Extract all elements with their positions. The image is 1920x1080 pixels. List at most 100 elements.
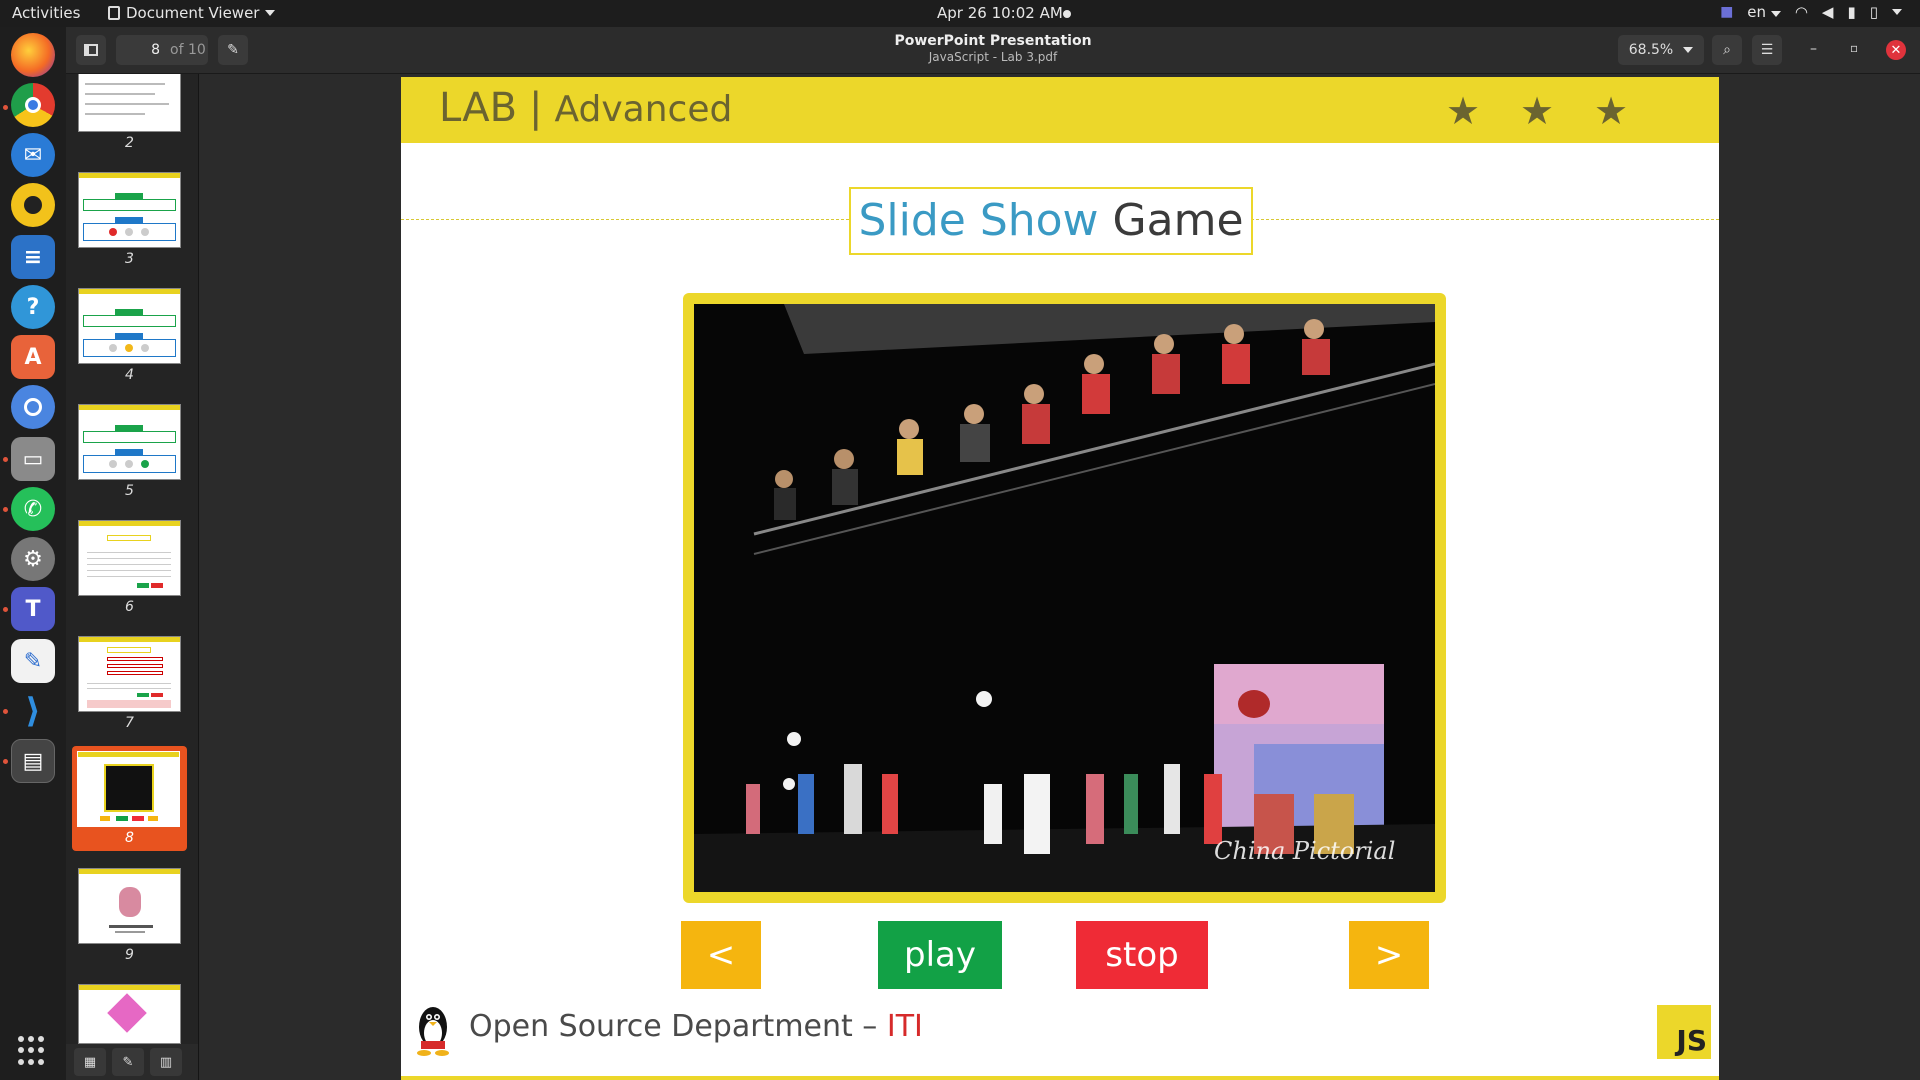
volume-icon[interactable]: ◀ [1822, 3, 1834, 21]
page-thumbnail[interactable]: 7 [78, 636, 181, 731]
page-thumbnail[interactable] [78, 984, 181, 1044]
thumbnail-image [78, 868, 181, 944]
puppet-show-photo: China Pictorial [694, 304, 1435, 892]
software-center-icon[interactable]: A [11, 335, 55, 379]
close-button[interactable]: ✕ [1886, 40, 1906, 60]
rhythmbox-icon[interactable] [11, 183, 55, 227]
chevron-down-icon[interactable] [1892, 9, 1902, 15]
app-menu[interactable]: Document Viewer [108, 4, 276, 22]
document-viewer-dock-icon[interactable]: ▤ [11, 739, 55, 783]
running-indicator [3, 457, 8, 462]
app-name: Document Viewer [126, 4, 260, 22]
vscode-icon[interactable]: ⟩ [11, 689, 55, 733]
star-icon: ★ [1520, 89, 1555, 133]
bookmarks-view-button[interactable]: ▥ [150, 1048, 182, 1076]
chromium-icon[interactable] [11, 385, 55, 429]
previous-label: < [706, 935, 736, 975]
search-button[interactable]: ⌕ [1712, 35, 1742, 65]
hamburger-icon: ☰ [1760, 42, 1774, 58]
minimize-button[interactable]: – [1810, 41, 1817, 57]
thumbnail-image [78, 404, 181, 480]
running-indicator [3, 105, 8, 110]
thumbnail-sidebar: 2 3 4 5 6 7 8 9 ▦ ✎ ▥ [66, 74, 199, 1080]
search-icon: ⌕ [1723, 42, 1731, 58]
slideshow-frame: China Pictorial [683, 293, 1446, 903]
play-button[interactable]: play [878, 921, 1002, 989]
running-indicator [3, 607, 8, 612]
thumbnail-image [78, 520, 181, 596]
language-indicator[interactable]: en [1747, 3, 1781, 21]
viewer-header: 8 of 10 ✎ PowerPoint Presentation JavaSc… [66, 27, 1920, 74]
language-label: en [1747, 3, 1767, 21]
help-icon[interactable]: ? [11, 285, 55, 329]
page-number: 8 [125, 830, 134, 846]
page-thumbnail[interactable]: 4 [78, 288, 181, 383]
footer-text: Open Source Department – ITI [469, 1009, 923, 1044]
thumbnail-image [77, 751, 180, 827]
page-thumbnail[interactable]: 5 [78, 404, 181, 499]
lab-label: LAB [439, 85, 518, 131]
thunderbird-icon[interactable]: ✉ [11, 133, 55, 177]
maximize-button[interactable]: ▫ [1850, 41, 1858, 55]
page-number: 3 [125, 251, 134, 267]
slideshow-image: China Pictorial [694, 304, 1435, 892]
chrome-icon[interactable] [11, 83, 55, 127]
page-number: 7 [125, 715, 134, 731]
running-indicator [3, 709, 8, 714]
next-button[interactable]: > [1349, 921, 1429, 989]
zoom-level: 68.5% [1628, 42, 1674, 58]
page-thumbnail-active[interactable]: 8 [72, 746, 187, 851]
organization-label: ITI [886, 1009, 923, 1044]
text-editor-icon[interactable]: ✎ [11, 639, 55, 683]
slide-title-part1: Slide Show [858, 195, 1099, 246]
document-canvas[interactable]: LAB | Advanced ★ ★ ★ Slide Show Game Chi… [200, 74, 1920, 1080]
chevron-down-icon [1683, 47, 1694, 53]
slide-title-part2: Game [1112, 195, 1244, 246]
slide-page: LAB | Advanced ★ ★ ★ Slide Show Game Chi… [401, 77, 1719, 1080]
clock[interactable]: Apr 26 10:02 AM [937, 4, 1063, 22]
system-top-bar: Activities Document Viewer Apr 26 10:02 … [0, 0, 1920, 27]
page-thumbnail[interactable]: 2 [78, 74, 181, 151]
page-number: 2 [125, 135, 134, 151]
slide-bottom-border [401, 1076, 1719, 1080]
dock: ✉ ≡ ? A ▭ ✆ ⚙ T ✎ ⟩ ▤ [0, 27, 66, 1080]
page-number: 4 [125, 367, 134, 383]
battery-icon[interactable]: ▯ [1870, 3, 1878, 21]
files-icon[interactable]: ▭ [11, 437, 55, 481]
teams-tray-icon[interactable]: ■ [1720, 4, 1733, 20]
activities-button[interactable]: Activities [12, 4, 80, 22]
page-thumbnail[interactable]: 9 [78, 868, 181, 963]
writer-icon[interactable]: ≡ [11, 235, 55, 279]
settings-icon[interactable]: ⚙ [11, 537, 55, 581]
star-icon: ★ [1594, 89, 1629, 133]
microphone-icon[interactable]: ▮ [1847, 3, 1855, 21]
system-tray[interactable]: ■ en ◠ ◀ ▮ ▯ [1720, 3, 1902, 21]
stop-button[interactable]: stop [1076, 921, 1208, 989]
firefox-icon[interactable] [11, 33, 55, 77]
image-watermark: China Pictorial [1214, 837, 1395, 865]
wifi-icon[interactable]: ◠ [1795, 3, 1808, 21]
show-apps-icon[interactable] [18, 1036, 48, 1066]
notification-dot-icon [1063, 10, 1071, 18]
page-number: 6 [125, 599, 134, 615]
sidebar-footer: ▦ ✎ ▥ [66, 1044, 198, 1080]
document-viewer-icon [108, 6, 120, 20]
annotations-view-button[interactable]: ✎ [112, 1048, 144, 1076]
department-label: Open Source Department – [469, 1009, 878, 1044]
whatsapp-icon[interactable]: ✆ [11, 487, 55, 531]
previous-button[interactable]: < [681, 921, 761, 989]
slide-header-band: LAB | Advanced ★ ★ ★ [401, 77, 1719, 143]
menu-button[interactable]: ☰ [1752, 35, 1782, 65]
teams-icon[interactable]: T [11, 587, 55, 631]
annotation-icon: ✎ [122, 1054, 134, 1070]
zoom-selector[interactable]: 68.5% [1618, 35, 1704, 65]
page-thumbnail[interactable]: 3 [78, 172, 181, 267]
grid-icon: ▦ [83, 1054, 97, 1070]
chevron-down-icon [265, 10, 276, 16]
thumbnail-image [78, 984, 181, 1044]
running-indicator [3, 759, 8, 764]
page-thumbnail[interactable]: 6 [78, 520, 181, 615]
thumbnail-image [78, 172, 181, 248]
thumbnails-view-button[interactable]: ▦ [74, 1048, 106, 1076]
stop-label: stop [1105, 935, 1179, 975]
